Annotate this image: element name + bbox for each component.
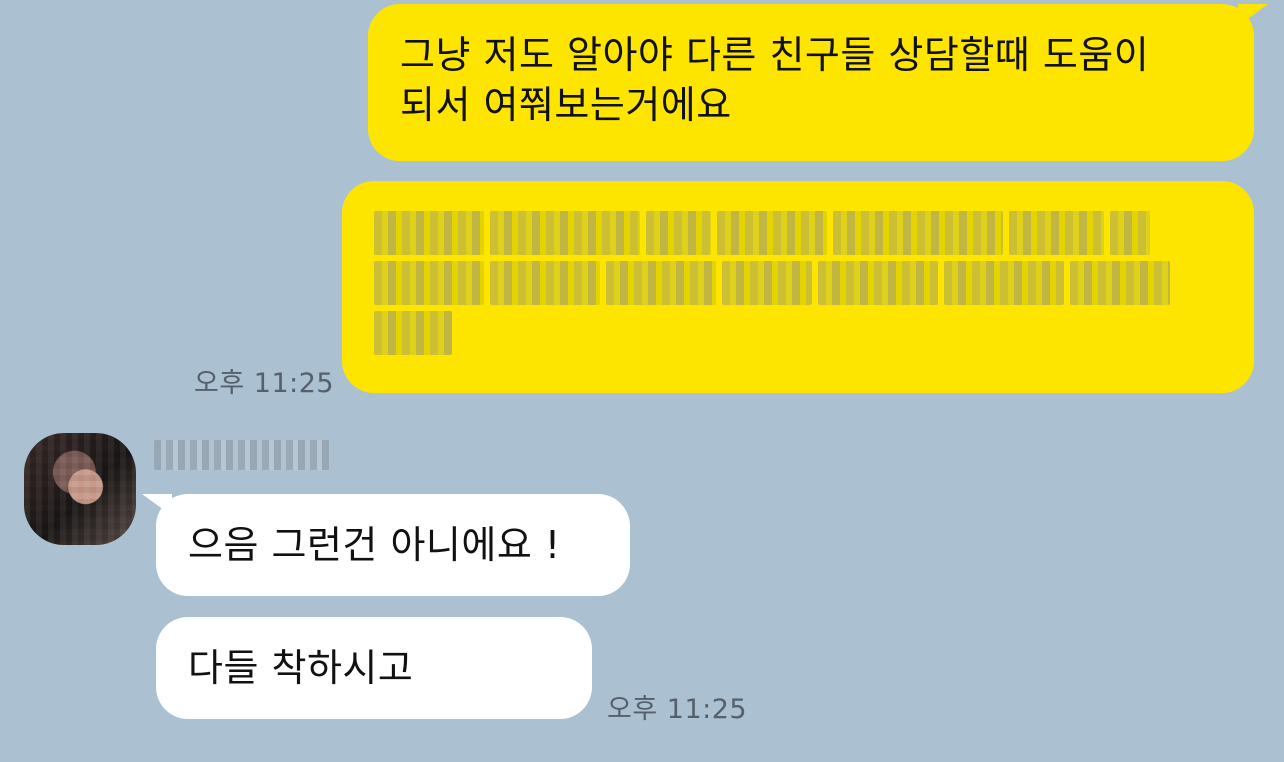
message-text-line: 그냥 저도 알아야 다른 친구들 상담할때 도움이 bbox=[400, 33, 1150, 77]
bubble-tail bbox=[1238, 4, 1268, 26]
message-text-line: 되서 여쭤보는거에요 bbox=[400, 83, 732, 127]
censored-text-line bbox=[374, 261, 1224, 305]
message-text: 으음 그런건 아니에요 ! bbox=[188, 523, 561, 567]
received-message-bubble[interactable]: 다들 착하시고 bbox=[156, 617, 592, 719]
avatar[interactable] bbox=[24, 433, 136, 545]
sender-name-censored bbox=[154, 440, 330, 470]
sent-message-bubble-censored[interactable] bbox=[342, 181, 1254, 393]
censored-text-line bbox=[374, 311, 1224, 355]
received-message-bubble[interactable]: 으음 그런건 아니에요 ! bbox=[142, 494, 630, 596]
bubble-tail bbox=[142, 494, 172, 516]
censored-text-line bbox=[374, 211, 1224, 255]
sent-timestamp: 오후 11:25 bbox=[194, 368, 335, 399]
message-text: 다들 착하시고 bbox=[188, 646, 414, 690]
received-timestamp: 오후 11:25 bbox=[607, 694, 748, 725]
sent-message-bubble[interactable]: 그냥 저도 알아야 다른 친구들 상담할때 도움이 되서 여쭤보는거에요 bbox=[368, 4, 1268, 161]
